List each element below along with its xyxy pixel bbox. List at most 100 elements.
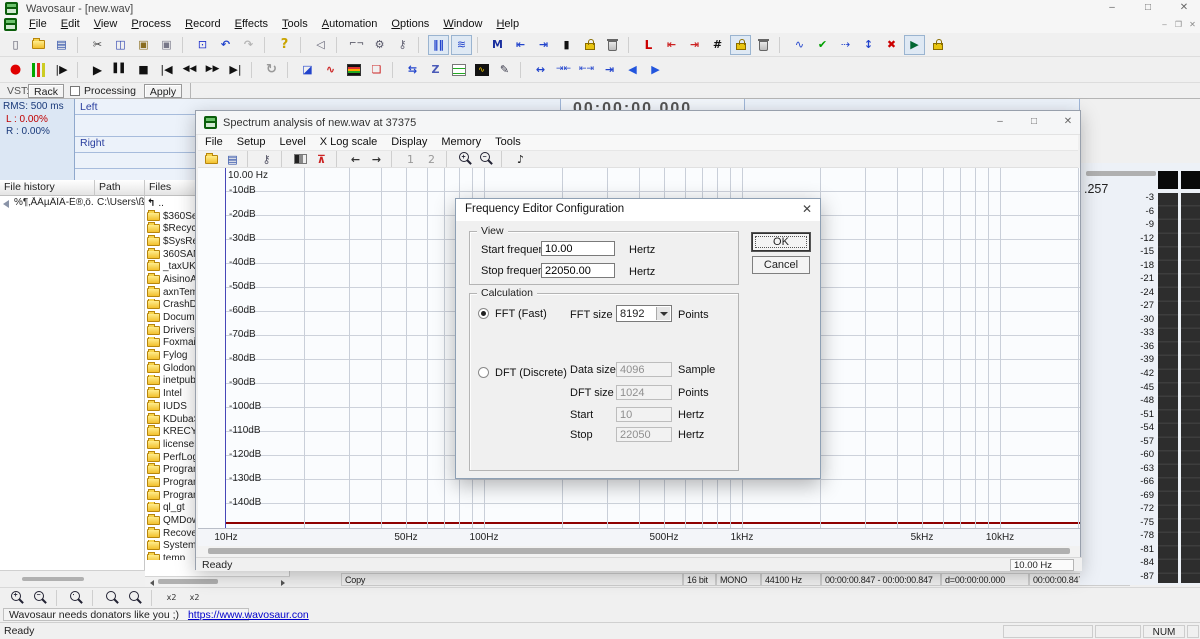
vst-rack-button[interactable]: Rack — [28, 84, 64, 98]
audio-config-icon[interactable]: ◁ — [310, 35, 331, 55]
go-start-icon[interactable]: |◀ — [156, 60, 177, 80]
marker-prev-icon[interactable]: ⇤ — [510, 35, 531, 55]
envelope-v-icon[interactable]: ↕ — [858, 35, 879, 55]
cut-icon[interactable]: ✂ — [87, 35, 108, 55]
donation-link[interactable]: https://www.wavosaur.con — [188, 609, 309, 621]
cancel-button[interactable]: Cancel — [752, 256, 810, 274]
spec-menu-file[interactable]: File — [198, 135, 230, 150]
record-icon[interactable]: ● — [5, 60, 26, 80]
combo-dropdown-icon[interactable] — [656, 307, 670, 320]
fft-size-combo[interactable]: 8192 — [616, 305, 672, 322]
zoom-horizontal-icon[interactable] — [125, 588, 146, 608]
menu-automation[interactable]: Automation — [315, 17, 385, 33]
stop-icon[interactable]: ■ — [133, 60, 154, 80]
cursor-left-icon[interactable]: ◀ — [622, 60, 643, 80]
stop-frequency-input[interactable] — [541, 263, 615, 278]
envelope-lock-icon[interactable] — [927, 35, 948, 55]
spec-memory1-icon[interactable]: 1 — [401, 151, 420, 167]
spec-next-icon[interactable]: → — [367, 151, 386, 167]
processing-checkbox[interactable] — [70, 86, 80, 96]
close-button[interactable]: ✕ — [1168, 0, 1200, 17]
keyboard-shortcut-icon[interactable]: ⚷ — [392, 35, 413, 55]
scroll-right-icon[interactable] — [281, 580, 285, 586]
help-icon[interactable]: ? — [274, 35, 295, 55]
dft-radio[interactable] — [478, 367, 489, 378]
insert-icon[interactable]: ◪ — [297, 60, 318, 80]
spec-open-icon[interactable] — [202, 151, 221, 167]
spectrum-close-button[interactable]: ✕ — [1054, 114, 1082, 131]
clip-indicator-left[interactable] — [1158, 171, 1178, 189]
monitor-meter-icon[interactable] — [28, 60, 49, 80]
loop-start-icon[interactable]: ⇤ — [661, 35, 682, 55]
spec-note-icon[interactable]: ♪ — [511, 151, 530, 167]
undo-icon[interactable]: ↶ — [215, 35, 236, 55]
spec-menu-display[interactable]: Display — [384, 135, 434, 150]
loop-icon[interactable]: L — [638, 35, 659, 55]
marker-next-icon[interactable]: ⇥ — [533, 35, 554, 55]
pencil-edit-icon[interactable]: ✎ — [494, 60, 515, 80]
spectrum-minimize-button[interactable]: – — [986, 114, 1014, 131]
spec-settings-icon[interactable]: ⚷ — [257, 151, 276, 167]
spec-prev-icon[interactable]: ← — [346, 151, 365, 167]
midi-icon[interactable]: ⌐¬ — [346, 35, 367, 55]
zoom-x2-out-icon[interactable]: x2 — [161, 588, 182, 608]
vst-apply-button[interactable]: Apply — [144, 84, 182, 98]
selection-snap-icon[interactable]: ⇥ — [599, 60, 620, 80]
new-file-icon[interactable]: ▯ — [5, 35, 26, 55]
spec-menu-setup[interactable]: Setup — [230, 135, 273, 150]
spec-menu-level[interactable]: Level — [272, 135, 312, 150]
start-frequency-input[interactable] — [541, 241, 615, 256]
loop-points-icon[interactable]: # — [707, 35, 728, 55]
envelope-delete-icon[interactable]: ✖ — [881, 35, 902, 55]
sonogram-view-icon[interactable] — [343, 60, 364, 80]
file-history-scrollbar[interactable] — [0, 570, 145, 587]
midi-routing-icon[interactable]: ⚙ — [369, 35, 390, 55]
spec-menu-tools[interactable]: Tools — [488, 135, 528, 150]
open-file-icon[interactable] — [28, 35, 49, 55]
menu-process[interactable]: Process — [124, 17, 178, 33]
marker-block-icon[interactable]: ▮ — [556, 35, 577, 55]
spec-menu-x-log-scale[interactable]: X Log scale — [313, 135, 384, 150]
mdi-close-button[interactable]: ✕ — [1186, 19, 1199, 31]
spec-menu-memory[interactable]: Memory — [434, 135, 488, 150]
marker-delete-icon[interactable] — [602, 35, 623, 55]
paste-icon[interactable]: ▣ — [133, 35, 154, 55]
beat-detect-icon[interactable]: ∿ — [471, 60, 492, 80]
rewind-icon[interactable]: ◀◀ — [179, 60, 200, 80]
menu-file[interactable]: File — [22, 17, 54, 33]
spec-zoom-in-icon[interactable]: + — [456, 151, 475, 167]
loop-lock-icon[interactable] — [730, 35, 751, 55]
play-icon[interactable]: ▶ — [87, 60, 108, 80]
loop-end-icon[interactable]: ⇥ — [684, 35, 705, 55]
envelope-play-icon[interactable]: ▶ — [904, 35, 925, 55]
resample-icon[interactable]: ⇆ — [402, 60, 423, 80]
play-from-cursor-icon[interactable]: |▶ — [51, 60, 72, 80]
copy-part-icon[interactable]: ❏ — [366, 60, 387, 80]
menu-window[interactable]: Window — [436, 17, 489, 33]
spectrum-scrollbar[interactable] — [198, 546, 1080, 557]
mdi-restore-button[interactable]: ❐ — [1172, 19, 1185, 31]
spectrum-view-icon[interactable]: ∿ — [320, 60, 341, 80]
menu-options[interactable]: Options — [384, 17, 436, 33]
zoom-selection-icon[interactable]: ∙ — [66, 588, 87, 608]
envelope-h-icon[interactable]: ⇢ — [835, 35, 856, 55]
zero-cross-icon[interactable]: Z — [425, 60, 446, 80]
zoom-vertical-icon[interactable] — [102, 588, 123, 608]
spec-zoom-out-icon[interactable]: − — [477, 151, 496, 167]
save-file-icon[interactable]: ▤ — [51, 35, 72, 55]
maximize-button[interactable]: □ — [1132, 0, 1164, 17]
zoom-out-icon[interactable]: − — [30, 588, 51, 608]
paste-new-icon[interactable]: ▣ — [156, 35, 177, 55]
statistics-icon[interactable] — [448, 60, 469, 80]
menu-edit[interactable]: Edit — [54, 17, 87, 33]
marker-icon[interactable]: M — [487, 35, 508, 55]
loop-play-icon[interactable]: ↻ — [261, 60, 282, 80]
loop-delete-icon[interactable] — [753, 35, 774, 55]
spec-memory2-icon[interactable]: 2 — [422, 151, 441, 167]
forward-icon[interactable]: ▶▶ — [202, 60, 223, 80]
scrollbar-thumb[interactable] — [158, 579, 218, 584]
copy-icon[interactable]: ◫ — [110, 35, 131, 55]
zoom-x2-in-icon[interactable]: x2 — [184, 588, 205, 608]
cursor-right-icon[interactable]: ▶ — [645, 60, 666, 80]
spec-peak-icon[interactable]: ⊼ — [312, 151, 331, 167]
